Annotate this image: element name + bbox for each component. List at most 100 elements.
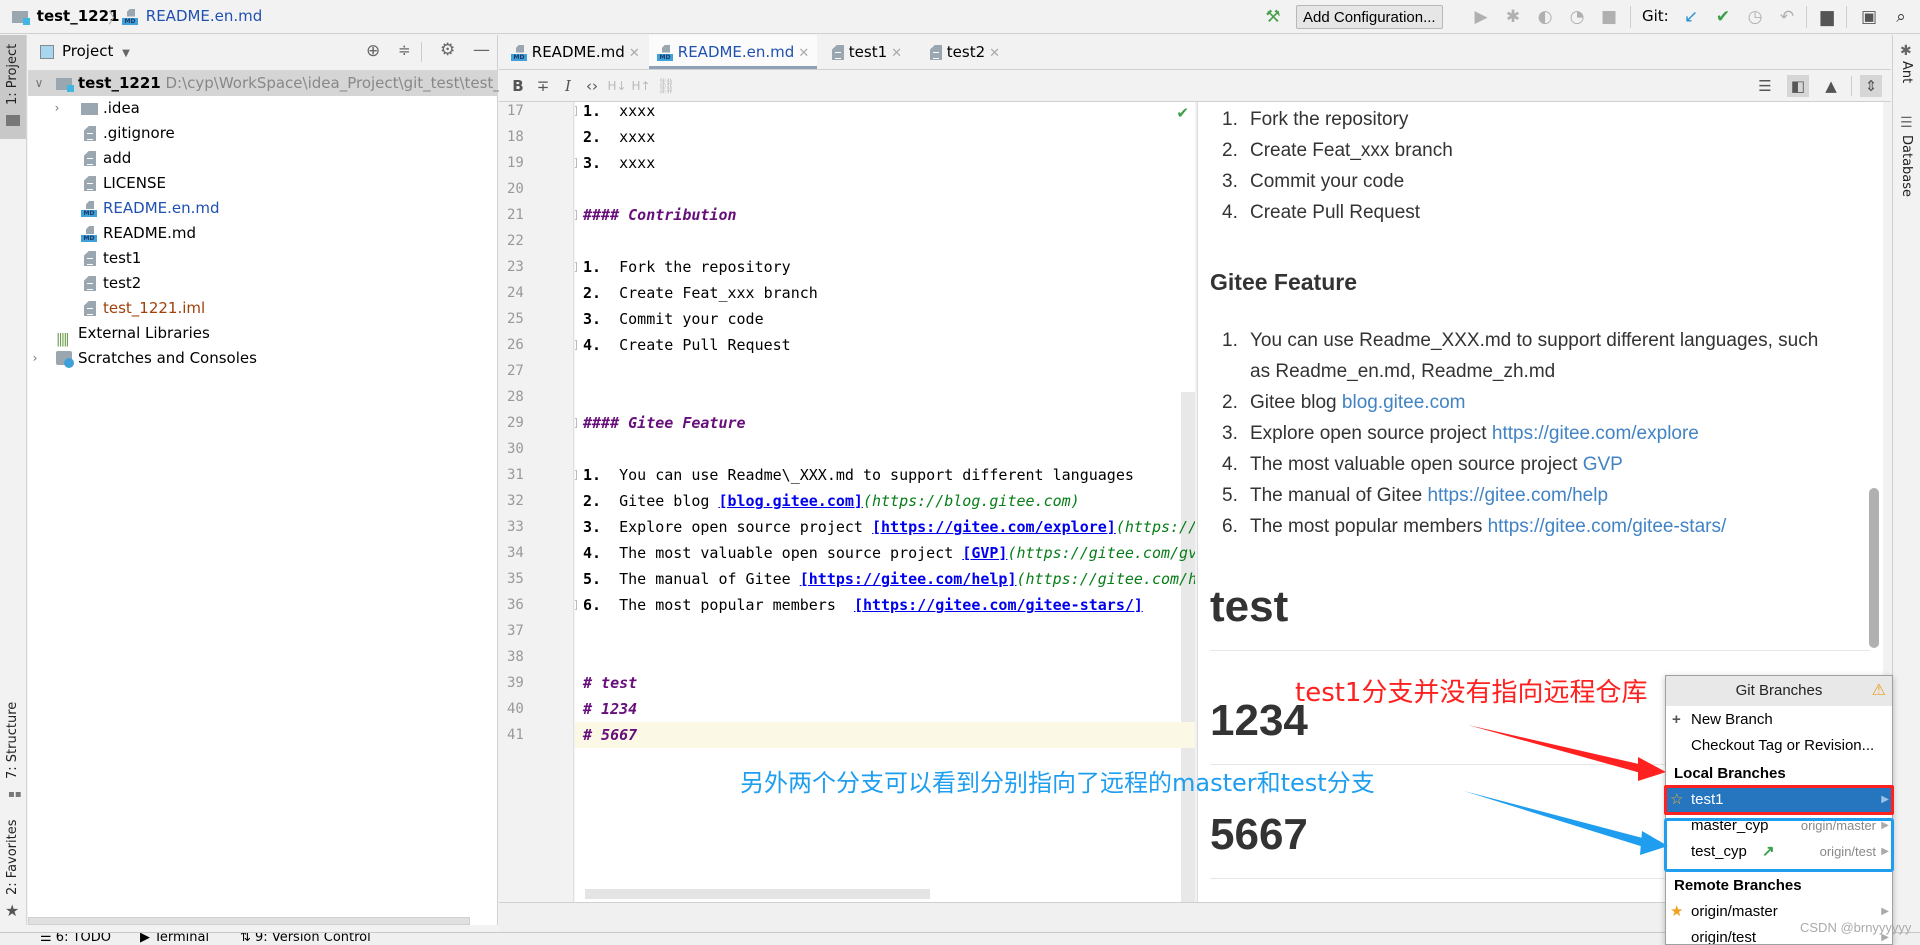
chevron-right-icon[interactable]: › <box>28 346 42 371</box>
warning-icon[interactable]: ⚠ <box>1872 676 1886 706</box>
debug-bug-icon[interactable]: ✱ <box>1502 6 1524 28</box>
code-line[interactable]: # 5667 <box>575 722 1195 748</box>
gear-icon[interactable]: ⚙ <box>440 40 455 60</box>
project-view-selector[interactable]: Project ▼ <box>62 42 130 60</box>
code-line[interactable]: 1. Fork the repository <box>583 254 791 280</box>
build-hammer-icon[interactable]: ⚒ <box>1262 6 1284 28</box>
preview-link[interactable]: blog.gitee.com <box>1342 392 1466 413</box>
stop-icon[interactable]: ■ <box>1598 6 1620 28</box>
code-line[interactable]: # test <box>583 670 637 696</box>
profile-icon[interactable]: ◔ <box>1566 6 1588 28</box>
structure-tool-tab[interactable]: 7: Structure ▪▪ <box>0 695 26 805</box>
fold-marker-icon[interactable] <box>575 262 577 272</box>
tree-item-idea[interactable]: › .idea <box>28 96 498 121</box>
code-line[interactable]: 3. xxxx <box>583 150 655 176</box>
code-line[interactable]: 3. Explore open source project [https://… <box>583 514 1195 540</box>
todo-tool-tab[interactable]: ☰ 6: TODO <box>40 933 111 945</box>
tree-item-gitignore[interactable]: .gitignore <box>28 121 498 146</box>
run-anything-icon[interactable]: ▣ <box>1858 6 1880 28</box>
tree-item-add[interactable]: add <box>28 146 498 171</box>
preview-link[interactable]: GVP <box>1583 454 1623 475</box>
database-tool-tab[interactable]: ☰ Database <box>1893 115 1920 235</box>
code-line[interactable]: 2. Create Feat_xxx branch <box>583 280 818 306</box>
code-line[interactable]: 2. Gitee blog [blog.gitee.com](https://b… <box>583 488 1080 514</box>
code-line[interactable]: # 1234 <box>583 696 637 722</box>
preview-link[interactable]: https://gitee.com/gitee-stars/ <box>1488 516 1727 537</box>
locate-target-icon[interactable]: ⊕ <box>366 41 380 61</box>
fold-marker-icon[interactable] <box>575 470 577 480</box>
tab-readme-en-md[interactable]: MD README.en.md ✕ <box>649 35 818 69</box>
search-everywhere-icon[interactable]: ⌕ <box>1890 6 1912 28</box>
close-tab-icon[interactable]: ✕ <box>629 46 640 61</box>
git-history-clock-icon[interactable]: ◷ <box>1744 6 1766 28</box>
sync-scroll-icon[interactable]: ⇕ <box>1860 75 1882 97</box>
preview-scrollbar-thumb[interactable] <box>1869 488 1879 648</box>
code-line[interactable]: 2. xxxx <box>583 124 655 150</box>
run-with-coverage-icon[interactable]: ◐ <box>1534 6 1556 28</box>
fold-marker-icon[interactable] <box>575 106 577 116</box>
breadcrumb-project[interactable]: test_1221 <box>12 7 119 25</box>
tab-test1[interactable]: test1 ✕ <box>824 35 910 69</box>
header-up-icon[interactable]: H↑ <box>630 75 652 97</box>
code-line[interactable]: 5. The manual of Gitee [https://gitee.co… <box>583 566 1195 592</box>
collapse-all-icon[interactable]: ≑ <box>398 41 411 59</box>
fold-marker-icon[interactable] <box>575 210 577 220</box>
code-line[interactable]: 1. xxxx <box>583 102 655 124</box>
link-icon[interactable]: ⛓ <box>655 75 677 97</box>
editor-horizontal-scrollbar[interactable] <box>585 889 930 899</box>
tree-item-license[interactable]: LICENSE <box>28 171 498 196</box>
code-line[interactable]: 4. Create Pull Request <box>583 332 791 358</box>
close-tab-icon[interactable]: ✕ <box>891 46 902 61</box>
git-rollback-icon[interactable]: ↶ <box>1776 6 1798 28</box>
bold-icon[interactable]: B <box>507 75 529 97</box>
tree-item-external-libraries[interactable]: |||‖ External Libraries <box>28 321 498 347</box>
editor-and-preview-icon[interactable]: ◧ <box>1787 75 1809 97</box>
horizontal-scrollbar[interactable] <box>28 917 470 925</box>
run-icon[interactable]: ▶ <box>1470 6 1492 28</box>
tree-root-test_1221[interactable]: ∨ test_1221 D:\cyp\WorkSpace\idea_Projec… <box>28 71 510 96</box>
tree-item-readme[interactable]: MD README.md <box>28 221 498 246</box>
header-down-icon[interactable]: H↓ <box>606 75 628 97</box>
editor-vertical-scrollbar[interactable] <box>1181 392 1195 902</box>
project-tool-tab[interactable]: 1: Project <box>0 35 26 139</box>
code-line[interactable]: 4. The most valuable open source project… <box>583 540 1195 566</box>
code-icon[interactable]: ‹› <box>581 75 603 97</box>
tree-item-iml[interactable]: test_1221.iml <box>28 296 498 321</box>
inspection-ok-check-icon[interactable]: ✔ <box>1176 104 1189 122</box>
hide-panel-icon[interactable]: — <box>473 40 490 60</box>
chevron-right-icon[interactable]: › <box>50 96 64 121</box>
tree-item-scratches[interactable]: › Scratches and Consoles <box>28 346 498 371</box>
tree-item-readme-en[interactable]: MD README.en.md <box>28 196 498 221</box>
fold-marker-icon[interactable] <box>575 158 577 168</box>
project-structure-icon[interactable]: ▆ <box>1816 6 1838 28</box>
fold-marker-icon[interactable] <box>575 418 577 428</box>
editor-only-icon[interactable]: ☰ <box>1754 75 1776 97</box>
version-control-tool-tab[interactable]: ⇅ 9: Version Control <box>240 933 371 945</box>
terminal-tool-tab[interactable]: ▶ Terminal <box>140 933 209 945</box>
git-update-icon[interactable]: ↙ <box>1680 6 1702 28</box>
code-line[interactable]: #### Gitee Feature <box>583 410 746 436</box>
fold-marker-icon[interactable] <box>575 600 577 610</box>
new-branch-item[interactable]: + New Branch <box>1666 707 1892 733</box>
strikethrough-icon[interactable]: ∓ <box>532 75 554 97</box>
chevron-down-icon[interactable]: ∨ <box>32 71 46 96</box>
fold-marker-icon[interactable] <box>575 340 577 350</box>
close-tab-icon[interactable]: ✕ <box>798 46 809 61</box>
checkout-tag-item[interactable]: Checkout Tag or Revision... <box>1666 733 1892 759</box>
code-line[interactable]: 1. You can use Readme\_XXX.md to support… <box>583 462 1134 488</box>
preview-link[interactable]: https://gitee.com/explore <box>1492 423 1699 444</box>
preview-link[interactable]: https://gitee.com/help <box>1427 485 1608 506</box>
code-line[interactable]: 6. The most popular members [https://git… <box>583 592 1143 618</box>
add-configuration-button[interactable]: Add Configuration... <box>1296 5 1443 29</box>
favorites-tool-tab[interactable]: 2: Favorites ★ <box>0 815 26 925</box>
code-line[interactable]: #### Contribution <box>583 202 737 228</box>
ant-tool-tab[interactable]: ✱ Ant <box>1893 43 1920 123</box>
tab-test2[interactable]: test2 ✕ <box>922 35 1008 69</box>
italic-icon[interactable]: I <box>557 75 579 97</box>
breadcrumb-file[interactable]: MD README.en.md <box>122 7 262 25</box>
git-commit-check-icon[interactable]: ✔ <box>1712 6 1734 28</box>
code-line[interactable]: 3. Commit your code <box>583 306 764 332</box>
preview-only-icon[interactable]: ▲ <box>1820 75 1842 97</box>
tree-item-test2[interactable]: test2 <box>28 271 498 296</box>
close-tab-icon[interactable]: ✕ <box>989 46 1000 61</box>
